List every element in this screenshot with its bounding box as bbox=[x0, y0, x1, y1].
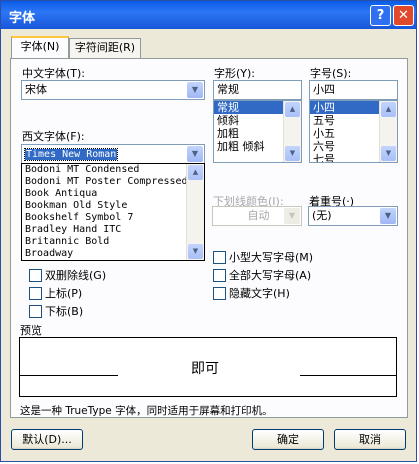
preview-text: 即可 bbox=[191, 361, 219, 377]
baseline-right bbox=[300, 375, 397, 376]
chevron-down-icon: ▼ bbox=[284, 208, 300, 224]
chinese-font-select[interactable]: 宋体 ▼ bbox=[21, 80, 205, 100]
chevron-down-icon[interactable]: ▼ bbox=[187, 146, 203, 162]
font-list-scrollbar[interactable]: ▲ ▼ bbox=[186, 164, 204, 260]
font-dialog: 字体 ? ✕ 字体(N) 字符间距(R) 中文字体(T): 宋体 ▼ 字形(Y)… bbox=[0, 0, 417, 462]
scroll-down-icon[interactable]: ▼ bbox=[285, 146, 300, 161]
cancel-button[interactable]: 取消 bbox=[334, 429, 406, 450]
scroll-up-icon[interactable]: ▲ bbox=[188, 165, 203, 180]
chinese-font-value: 宋体 bbox=[25, 83, 47, 96]
window-title: 字体 bbox=[9, 11, 36, 26]
list-item[interactable]: Bradley Hand ITC bbox=[22, 224, 204, 236]
subscript-label: 下标(B) bbox=[45, 305, 84, 318]
style-list[interactable]: 常规 倾斜 加粗 加粗 倾斜 ▲ ▼ bbox=[213, 100, 302, 163]
all-caps-label: 全部大写字母(A) bbox=[229, 269, 312, 282]
double-strikethrough-checkbox[interactable] bbox=[29, 269, 42, 282]
list-item[interactable]: Broadway bbox=[22, 248, 204, 260]
size-input[interactable]: 小四 bbox=[309, 80, 398, 100]
hidden-text-checkbox[interactable] bbox=[213, 287, 226, 300]
subscript-checkbox[interactable] bbox=[29, 305, 42, 318]
list-item[interactable]: Bodoni MT Poster Compressed bbox=[22, 176, 204, 188]
list-item[interactable]: Bookman Old Style bbox=[22, 200, 204, 212]
style-scrollbar[interactable]: ▲ ▼ bbox=[283, 101, 301, 162]
list-item[interactable]: Book Antiqua bbox=[22, 188, 204, 200]
scroll-up-icon[interactable]: ▲ bbox=[285, 102, 300, 117]
double-strikethrough-label: 双删除线(G) bbox=[45, 269, 107, 282]
tab-character-spacing[interactable]: 字符间距(R) bbox=[69, 38, 141, 58]
western-font-value: Times New Roman bbox=[23, 148, 119, 161]
preview-box: 即可 bbox=[19, 337, 397, 397]
western-font-select[interactable]: Times New Roman ▼ bbox=[21, 144, 205, 164]
style-label: 字形(Y): bbox=[214, 67, 256, 80]
all-caps-checkbox[interactable] bbox=[213, 269, 226, 282]
list-item[interactable]: Britannic Bold bbox=[22, 236, 204, 248]
scroll-down-icon[interactable]: ▼ bbox=[381, 146, 396, 161]
western-font-dropdown-list[interactable]: Bodoni MT Condensed Bodoni MT Poster Com… bbox=[21, 163, 205, 261]
size-scrollbar[interactable]: ▲ ▼ bbox=[379, 101, 397, 162]
underline-color-select[interactable]: 自动 ▼ bbox=[212, 206, 302, 226]
baseline-left bbox=[20, 375, 118, 376]
close-button[interactable]: ✕ bbox=[393, 5, 414, 26]
chevron-down-icon[interactable]: ▼ bbox=[380, 208, 396, 224]
size-value: 小四 bbox=[313, 83, 335, 96]
chevron-down-icon[interactable]: ▼ bbox=[187, 82, 203, 98]
preview-label: 预览 bbox=[20, 324, 42, 337]
ok-button[interactable]: 确定 bbox=[252, 429, 324, 450]
font-description: 这是一种 TrueType 字体，同时适用于屏幕和打印机。 bbox=[20, 405, 273, 417]
size-label: 字号(S): bbox=[310, 67, 352, 80]
small-caps-label: 小型大写字母(M) bbox=[229, 251, 314, 264]
list-item[interactable]: Bookshelf Symbol 7 bbox=[22, 212, 204, 224]
western-font-label: 西文字体(F): bbox=[22, 130, 85, 143]
emphasis-select[interactable]: (无) ▼ bbox=[308, 206, 398, 226]
size-list[interactable]: 小四 五号 小五 六号 七号 ▲ ▼ bbox=[309, 100, 398, 163]
small-caps-checkbox[interactable] bbox=[213, 251, 226, 264]
default-button[interactable]: 默认(D)... bbox=[11, 429, 83, 450]
list-item[interactable]: Bodoni MT Condensed bbox=[22, 164, 204, 176]
scroll-up-icon[interactable]: ▲ bbox=[381, 102, 396, 117]
superscript-label: 上标(P) bbox=[45, 287, 83, 300]
scroll-down-icon[interactable]: ▼ bbox=[188, 244, 203, 259]
underline-color-value: 自动 bbox=[247, 209, 270, 222]
style-input[interactable]: 常规 bbox=[213, 80, 302, 100]
style-value: 常规 bbox=[217, 83, 239, 96]
superscript-checkbox[interactable] bbox=[29, 287, 42, 300]
emphasis-value: (无) bbox=[312, 209, 332, 222]
tab-font[interactable]: 字体(N) bbox=[11, 36, 69, 59]
title-bar[interactable]: 字体 ? ✕ bbox=[1, 1, 416, 29]
chinese-font-label: 中文字体(T): bbox=[22, 67, 86, 80]
help-button[interactable]: ? bbox=[370, 5, 391, 26]
hidden-text-label: 隐藏文字(H) bbox=[229, 287, 290, 300]
